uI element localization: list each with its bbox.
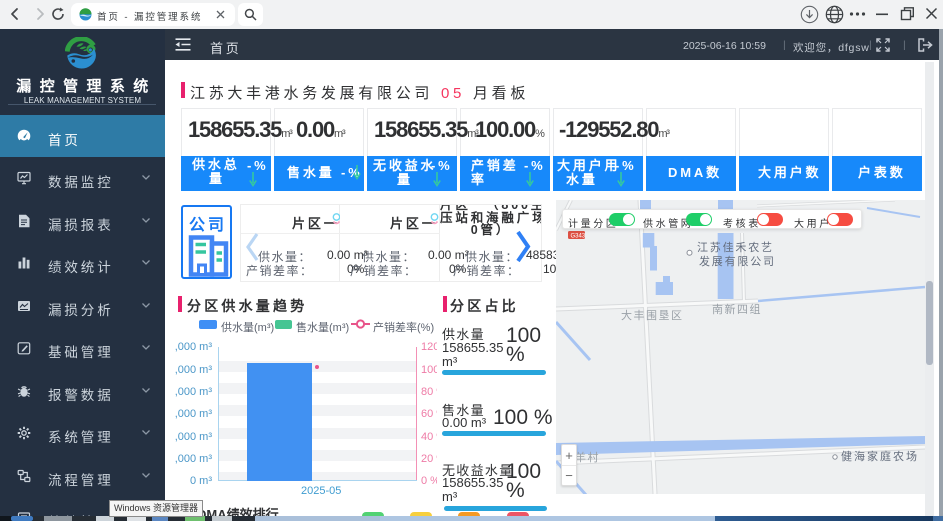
svg-text:发展有限公司: 发展有限公司 (699, 254, 776, 268)
svg-text:南新四组: 南新四组 (712, 302, 762, 316)
svg-text:大丰围垦区: 大丰围垦区 (621, 308, 684, 322)
svg-text:健海家庭农场: 健海家庭农场 (841, 449, 919, 463)
svg-text:G343: G343 (571, 234, 586, 240)
svg-text:羊村: 羊村 (575, 450, 600, 464)
svg-text:江苏佳禾农艺: 江苏佳禾农艺 (697, 240, 774, 254)
